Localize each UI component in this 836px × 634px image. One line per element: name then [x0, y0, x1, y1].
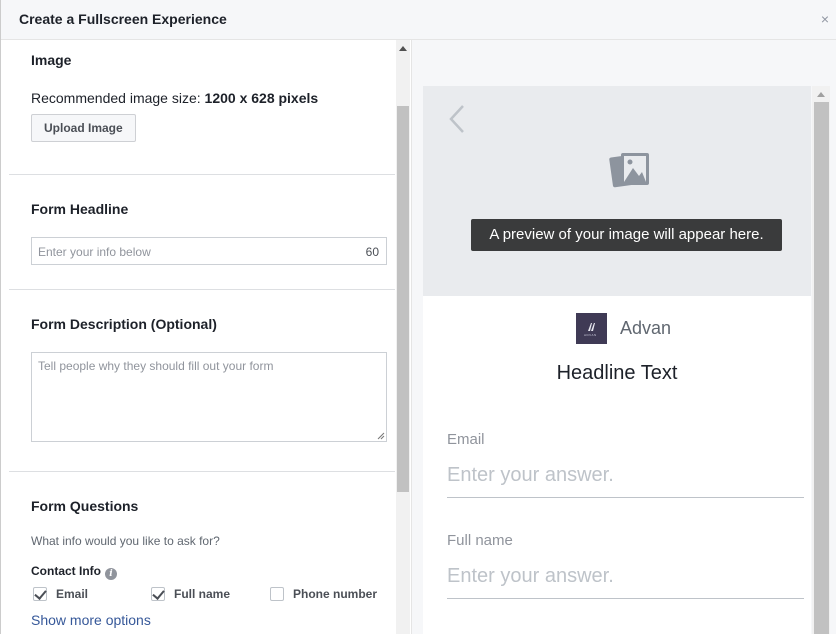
char-count: 60 [365, 245, 379, 259]
photo-icon [609, 153, 649, 188]
phone-number-checkbox-label: Phone number [293, 587, 378, 601]
full-name-checkbox[interactable]: Full name [151, 587, 230, 601]
recommended-size-note: Recommended image size: 1200 x 628 pixel… [31, 90, 318, 106]
brand-logo-text: ADVAN [584, 333, 597, 337]
dialog-title: Create a Fullscreen Experience [19, 11, 227, 27]
info-icon[interactable]: i [105, 568, 117, 580]
form-description-textarea[interactable]: Tell people why they should fill out you… [31, 352, 387, 442]
preview-screen: A preview of your image will appear here… [423, 86, 811, 634]
preview-email-underline [447, 497, 804, 498]
preview-image-area: A preview of your image will appear here… [423, 86, 811, 296]
brand-row: ADVAN Advan [576, 313, 671, 344]
form-questions-subtitle: What info would you like to ask for? [31, 534, 220, 548]
form-questions-section: Form Questions What info would you like … [9, 472, 395, 634]
form-headline-title: Form Headline [31, 201, 129, 217]
preview-scrollbar[interactable] [812, 86, 830, 634]
chevron-left-icon[interactable] [447, 104, 467, 134]
preview-email-label: Email [447, 431, 485, 448]
form-questions-title: Form Questions [31, 498, 139, 514]
form-headline-section: Form Headline Enter your info below 60 [9, 175, 395, 290]
image-section-title: Image [31, 52, 72, 68]
scrollbar-thumb[interactable] [814, 102, 829, 634]
form-headline-placeholder: Enter your info below [38, 245, 151, 259]
email-checkbox-label: Email [56, 587, 89, 601]
editor-panel: Image Recommended image size: 1200 x 628… [9, 40, 395, 634]
phone-number-checkbox[interactable]: Phone number [270, 587, 377, 601]
fullscreen-experience-dialog: Create a Fullscreen Experience × Image R… [0, 0, 836, 634]
image-preview-tooltip: A preview of your image will appear here… [471, 219, 782, 251]
dialog-header: Create a Fullscreen Experience × [1, 0, 836, 40]
upload-image-button[interactable]: Upload Image [31, 114, 136, 142]
brand-logo: ADVAN [576, 313, 607, 344]
checkbox-checked-icon [151, 587, 165, 601]
image-section: Image Recommended image size: 1200 x 628… [9, 40, 395, 175]
form-headline-input[interactable]: Enter your info below 60 [31, 237, 387, 265]
checkbox-unchecked-icon [270, 587, 284, 601]
form-description-title: Form Description (Optional) [31, 316, 217, 332]
contact-info-label: Contact Info i [31, 564, 117, 580]
contact-info-text: Contact Info [31, 564, 101, 578]
checkbox-checked-icon [33, 587, 47, 601]
scrollbar-thumb[interactable] [397, 106, 409, 492]
full-name-checkbox-label: Full name [174, 587, 231, 601]
form-description-placeholder: Tell people why they should fill out you… [38, 359, 274, 373]
show-more-options-link[interactable]: Show more options [31, 612, 151, 628]
preview-full-name-underline [447, 598, 804, 599]
email-checkbox[interactable]: Email [33, 587, 88, 601]
brand-name: Advan [620, 318, 672, 338]
form-description-section: Form Description (Optional) Tell people … [9, 290, 395, 472]
brand-logo-mark-icon [588, 323, 595, 331]
preview-email-answer[interactable]: Enter your answer. [447, 464, 614, 487]
editor-scrollbar[interactable] [396, 40, 410, 634]
scroll-up-arrow-icon[interactable] [399, 46, 407, 51]
preview-full-name-answer[interactable]: Enter your answer. [447, 565, 614, 588]
preview-headline: Headline Text [556, 362, 678, 384]
recommended-size-value: 1200 x 628 pixels [204, 90, 319, 106]
close-icon[interactable]: × [821, 11, 829, 27]
scroll-up-arrow-icon[interactable] [817, 92, 825, 97]
recommended-size-prefix: Recommended image size: [31, 90, 205, 106]
resize-handle-icon[interactable] [377, 432, 385, 440]
preview-full-name-label: Full name [447, 532, 513, 549]
